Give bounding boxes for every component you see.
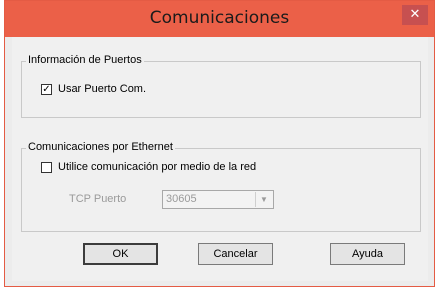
title-bar[interactable]: Comunicaciones ✕ — [5, 1, 434, 37]
ethernet-group: Comunicaciones por Ethernet Utilice comu… — [21, 141, 421, 232]
use-network-label: Utilice comunicación por medio de la red — [58, 161, 257, 173]
chevron-down-icon[interactable]: ▼ — [255, 192, 272, 207]
use-com-port-checkbox[interactable]: ✓ Usar Puerto Com. — [41, 83, 146, 95]
window-title: Comunicaciones — [149, 8, 290, 28]
tcp-port-label: TCP Puerto — [69, 193, 127, 205]
use-com-port-label: Usar Puerto Com. — [58, 83, 147, 95]
close-button[interactable]: ✕ — [402, 5, 428, 25]
cancel-button[interactable]: Cancelar — [198, 243, 273, 265]
dialog-window: Comunicaciones ✕ Información de Puertos … — [4, 0, 435, 287]
use-com-port-checkbox-box[interactable]: ✓ — [41, 83, 52, 95]
tcp-port-value: 30605 — [166, 193, 197, 205]
ports-group-title: Información de Puertos — [26, 54, 144, 66]
use-network-checkbox[interactable]: Utilice comunicación por medio de la red — [41, 161, 256, 173]
close-icon: ✕ — [409, 7, 421, 22]
ethernet-group-title: Comunicaciones por Ethernet — [26, 141, 175, 153]
ports-group: Información de Puertos ✓ Usar Puerto Com… — [21, 54, 421, 118]
use-network-checkbox-box[interactable] — [41, 161, 52, 173]
help-button[interactable]: Ayuda — [330, 243, 405, 265]
dialog-client: Información de Puertos ✓ Usar Puerto Com… — [12, 37, 428, 281]
ok-button[interactable]: OK — [83, 243, 158, 265]
tcp-port-combo[interactable]: 30605 ▼ — [162, 190, 274, 209]
check-icon: ✓ — [42, 83, 51, 95]
